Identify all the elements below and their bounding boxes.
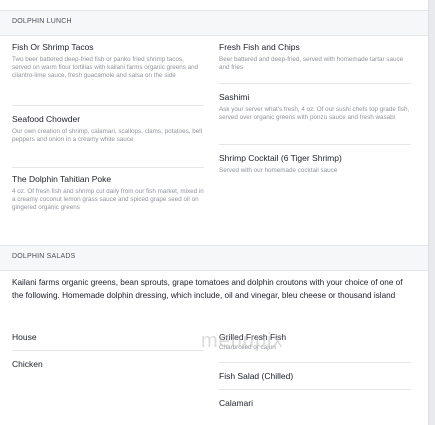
item-name: The Dolphin Tahitian Poke (12, 174, 112, 184)
watermark-logo: menupix (201, 330, 284, 352)
item-description: 4 oz. Of fresh fish and shrimp cut daily… (12, 188, 204, 211)
item-name: Seafood Chowder (12, 114, 81, 124)
section-header-lunch: DOLPHIN LUNCH (0, 10, 428, 36)
menu-item[interactable]: House (12, 332, 204, 343)
menu-item[interactable]: Fish Salad (Chilled) (219, 371, 411, 382)
divider (219, 389, 411, 390)
divider (12, 167, 204, 168)
divider (12, 105, 204, 106)
item-name: Fish Salad (Chilled) (219, 371, 294, 381)
menu-item[interactable]: Sashimi Ask your server what's fresh, 4 … (219, 92, 411, 122)
item-name: Calamari (219, 398, 254, 408)
menu-item[interactable]: Shrimp Cocktail (6 Tiger Shrimp) Served … (219, 153, 411, 175)
divider (12, 350, 204, 351)
item-name: Shrimp Cocktail (6 Tiger Shrimp) (219, 153, 342, 163)
item-name: Fish Or Shrimp Tacos (12, 42, 94, 52)
menu-item[interactable]: Chicken (12, 359, 204, 370)
item-description: Beer battered and deep-fried, served wit… (219, 56, 404, 71)
divider (219, 144, 411, 145)
menu-card: DOLPHIN LUNCH Fish Or Shrimp Tacos Two b… (0, 0, 429, 425)
divider (219, 362, 411, 363)
item-description: Two beer battered deep-fried fish or pan… (12, 56, 199, 79)
item-name: Sashimi (219, 92, 250, 102)
menu-item[interactable]: Calamari (219, 398, 411, 409)
menu-item[interactable]: Fresh Fish and Chips Beer battered and d… (219, 42, 411, 72)
section-title: DOLPHIN LUNCH (12, 18, 72, 25)
menu-item[interactable]: The Dolphin Tahitian Poke 4 oz. Of fresh… (12, 174, 204, 212)
section-title: DOLPHIN SALADS (12, 253, 76, 260)
item-description: Ask your server what's fresh, 4 oz. Of o… (219, 106, 410, 121)
item-name: Fresh Fish and Chips (219, 42, 300, 52)
salads-intro: Kailani farms organic greens, bean sprou… (12, 278, 403, 300)
section-header-salads: DOLPHIN SALADS (0, 245, 428, 271)
menu-item[interactable]: Fish Or Shrimp Tacos Two beer battered d… (12, 42, 204, 80)
divider (219, 83, 411, 84)
item-name: House (12, 332, 37, 342)
menu-item[interactable]: Seafood Chowder Our own creation of shri… (12, 114, 204, 144)
item-description: Served with our homemade cocktail sauce (219, 167, 338, 174)
item-description: Our own creation of shrimp, calamari, sc… (12, 128, 203, 143)
item-name: Chicken (12, 359, 43, 369)
